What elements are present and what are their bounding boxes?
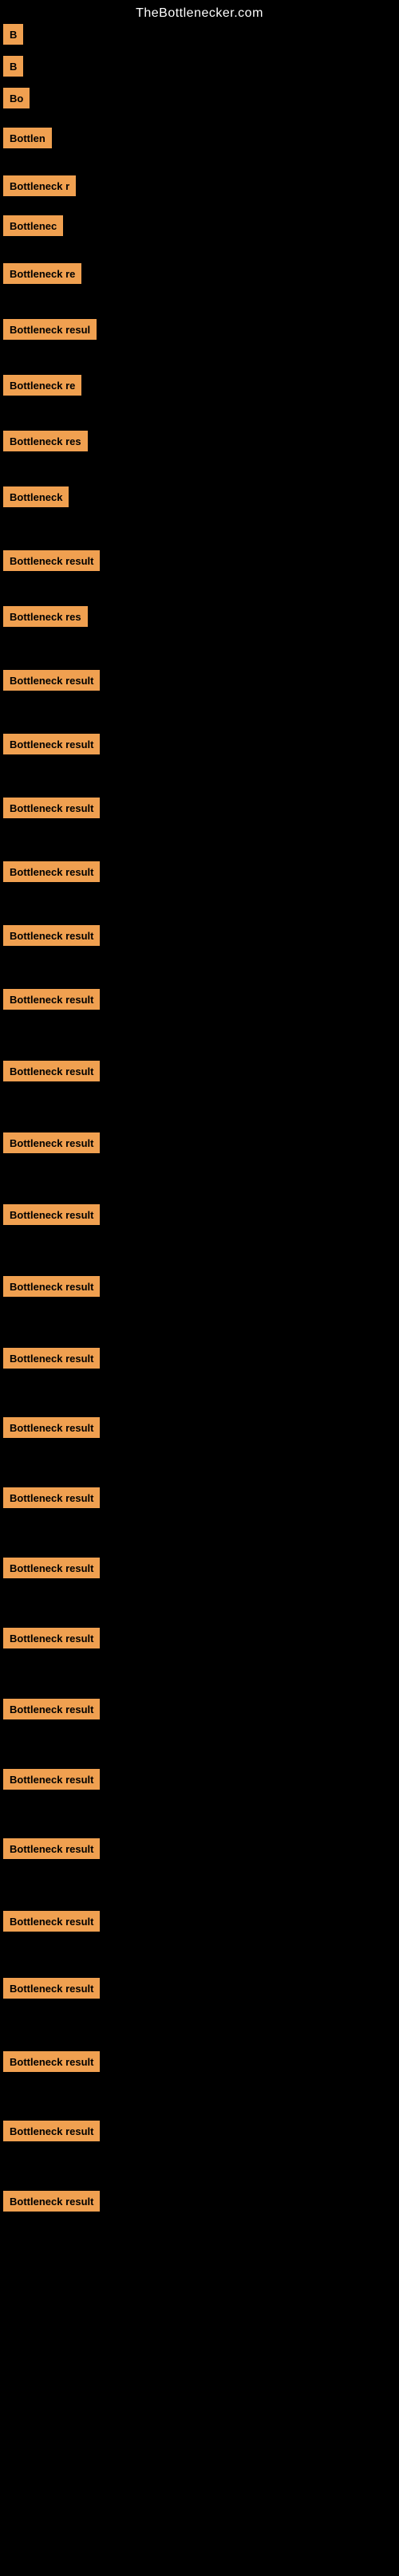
result-block-11: Bottleneck <box>3 486 69 507</box>
result-block-22: Bottleneck result <box>3 1204 100 1225</box>
result-block-18: Bottleneck result <box>3 925 100 946</box>
result-block-27: Bottleneck result <box>3 1558 100 1578</box>
result-block-4: Bottlen <box>3 128 52 148</box>
result-block-13: Bottleneck res <box>3 606 88 627</box>
result-block-6: Bottlenec <box>3 215 63 236</box>
result-block-28: Bottleneck result <box>3 1628 100 1648</box>
result-block-10: Bottleneck res <box>3 431 88 451</box>
result-block-16: Bottleneck result <box>3 798 100 818</box>
result-block-17: Bottleneck result <box>3 861 100 882</box>
result-block-31: Bottleneck result <box>3 1838 100 1859</box>
result-block-2: B <box>3 56 23 77</box>
result-block-24: Bottleneck result <box>3 1348 100 1369</box>
result-block-15: Bottleneck result <box>3 734 100 754</box>
result-block-1: B <box>3 24 23 45</box>
result-block-8: Bottleneck resul <box>3 319 97 340</box>
result-block-36: Bottleneck result <box>3 2191 100 2212</box>
result-block-5: Bottleneck r <box>3 175 76 196</box>
result-block-12: Bottleneck result <box>3 550 100 571</box>
result-block-30: Bottleneck result <box>3 1769 100 1790</box>
result-block-32: Bottleneck result <box>3 1911 100 1932</box>
result-block-23: Bottleneck result <box>3 1276 100 1297</box>
result-block-26: Bottleneck result <box>3 1487 100 1508</box>
site-title: TheBottlenecker.com <box>0 0 399 24</box>
result-block-7: Bottleneck re <box>3 263 81 284</box>
result-block-35: Bottleneck result <box>3 2121 100 2141</box>
result-block-19: Bottleneck result <box>3 989 100 1010</box>
result-block-20: Bottleneck result <box>3 1061 100 1081</box>
result-block-9: Bottleneck re <box>3 375 81 396</box>
result-block-3: Bo <box>3 88 30 108</box>
result-block-34: Bottleneck result <box>3 2051 100 2072</box>
result-block-29: Bottleneck result <box>3 1699 100 1719</box>
result-block-25: Bottleneck result <box>3 1417 100 1438</box>
result-block-14: Bottleneck result <box>3 670 100 691</box>
result-block-33: Bottleneck result <box>3 1978 100 1999</box>
result-block-21: Bottleneck result <box>3 1132 100 1153</box>
